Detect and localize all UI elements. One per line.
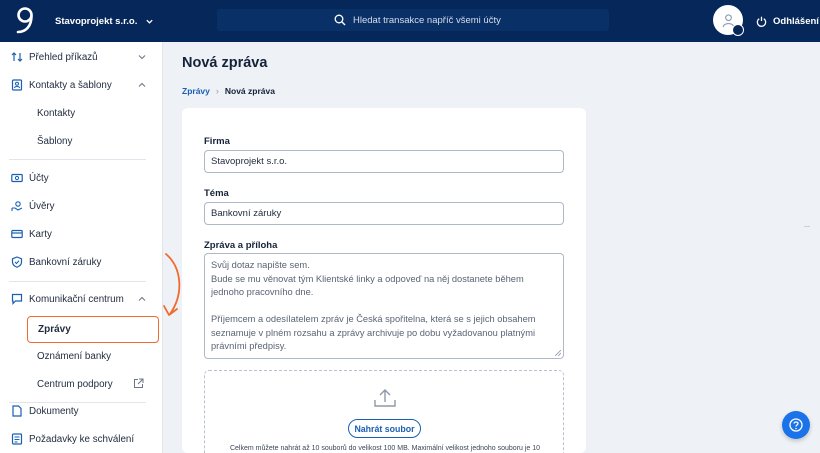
sidebar-item-oznameni-banky[interactable]: Oznámení banky [0, 342, 163, 370]
settings-badge-icon [732, 24, 744, 36]
sidebar-item-dokumenty[interactable]: Dokumenty [0, 397, 163, 425]
breadcrumb-current: Nová zpráva [224, 86, 275, 96]
sidebar-item-komunikacni-centrum[interactable]: Komunikační centrum [0, 285, 163, 313]
zprava-label: Zpráva a příloha [204, 240, 278, 251]
upload-note: Celkem můžete nahrát až 10 souborů do ve… [229, 445, 541, 452]
document-icon [12, 405, 22, 417]
message-textarea[interactable]: Svůj dotaz napište sem. Bude se mu věnov… [204, 253, 564, 359]
search-input[interactable]: Hledat transakce napříč všemi účty [217, 9, 609, 31]
sidebar-item-label: Karty [29, 228, 52, 240]
sidebar-item-kontakty[interactable]: Kontakty [0, 99, 163, 127]
company-switcher[interactable]: Stavoprojekt s.r.o. [55, 0, 154, 42]
resize-handle-icon[interactable] [555, 350, 561, 356]
page-title: Nová zpráva [182, 55, 268, 71]
sidebar-item-label: Centrum podpory [37, 378, 113, 390]
search-placeholder: Hledat transakce napříč všemi účty [353, 14, 501, 26]
chevron-down-icon [138, 55, 146, 60]
sidebar-item-prehled-prikazu[interactable]: Přehled příkazů [0, 43, 163, 71]
sidebar-item-ucty[interactable]: Účty [0, 164, 163, 192]
tema-label: Téma [204, 188, 229, 199]
message-placeholder-line: seznamuje v plném rozsahu a zprávy archi… [211, 327, 536, 338]
sidebar-item-label: Kontakty [37, 107, 76, 119]
wallet-icon [11, 173, 23, 183]
chevron-right-icon: › [215, 86, 219, 96]
sidebar-item-label: Kontakty a šablony [29, 79, 112, 91]
sidebar-item-bankovni-zaruky[interactable]: Bankovní záruky [0, 248, 163, 276]
card-icon [11, 229, 23, 239]
chevron-down-icon [146, 19, 154, 24]
sidebar-item-karty[interactable]: Karty [0, 220, 163, 248]
logout-button[interactable]: Odhlášení [756, 0, 819, 42]
sidebar-item-label: Přehled příkazů [29, 51, 98, 63]
chevron-up-icon [138, 82, 146, 87]
sidebar-item-label: Účty [29, 172, 49, 184]
message-placeholder-line: Bude se mu věnovat tým Klientské linky a… [211, 273, 524, 284]
tema-field[interactable]: Bankovní záruky [204, 202, 564, 225]
sidebar-item-label: Šablony [37, 135, 73, 147]
upload-file-button[interactable]: Nahrát soubor [348, 419, 421, 438]
chat-icon [11, 293, 23, 305]
loan-icon [11, 201, 23, 211]
divider [9, 281, 146, 282]
tema-value: Bankovní záruky [211, 208, 282, 219]
sidebar-item-uvery[interactable]: Úvěry [0, 192, 163, 220]
sidebar-item-label: Dokumenty [29, 405, 79, 417]
company-name: Stavoprojekt s.r.o. [55, 15, 138, 27]
sidebar-item-zpravy[interactable]: Zprávy [27, 316, 159, 343]
upload-icon [374, 389, 396, 407]
sidebar-item-label: Bankovní záruky [29, 256, 102, 268]
breadcrumb: Zprávy › Nová zpráva [182, 86, 275, 96]
chevron-up-icon [138, 296, 146, 301]
message-placeholder-line: Svůj dotaz napište sem. [211, 260, 310, 270]
help-button[interactable] [782, 411, 810, 439]
shield-icon [11, 256, 23, 268]
power-icon [756, 16, 767, 27]
firma-field[interactable]: Stavoprojekt s.r.o. [204, 150, 564, 173]
divider [9, 159, 146, 160]
sidebar-item-kontakty-a-sablony[interactable]: Kontakty a šablony [0, 71, 163, 99]
divider [804, 226, 810, 227]
message-form-card: Firma Stavoprojekt s.r.o. Téma Bankovní … [182, 108, 586, 453]
sidebar-item-label: Oznámení banky [37, 350, 112, 362]
logo-icon[interactable] [14, 6, 36, 36]
sidebar-item-label: Úvěry [29, 200, 55, 212]
breadcrumb-link-zpravy[interactable]: Zprávy [182, 86, 210, 96]
file-dropzone[interactable]: Nahrát soubor Celkem můžete nahrát až 10… [204, 370, 564, 453]
external-link-icon [134, 378, 144, 388]
logout-label: Odhlášení [773, 15, 819, 27]
sidebar-item-sablony[interactable]: Šablony [0, 127, 163, 155]
message-placeholder-line: Příjemcem a odesílatelem zpráv je Česká … [211, 314, 536, 324]
firma-label: Firma [204, 136, 230, 147]
message-placeholder-line: právními předpisy. [211, 341, 287, 351]
sidebar-item-label: Komunikační centrum [29, 293, 124, 305]
message-placeholder-line: jednoho pracovního dne. [211, 287, 314, 297]
top-bar: Stavoprojekt s.r.o. Hledat transakce nap… [0, 0, 820, 42]
avatar[interactable] [713, 5, 744, 36]
sidebar-item-label: Požadavky ke schválení [29, 433, 135, 445]
firma-value: Stavoprojekt s.r.o. [211, 156, 288, 167]
sidebar-item-label: Zprávy [38, 324, 71, 335]
sidebar-item-pozadavky-ke-schvaleni[interactable]: Požadavky ke schválení [0, 425, 163, 453]
checklist-icon [11, 433, 23, 445]
sidebar: Přehled příkazů Kontakty a šablony Konta… [0, 42, 163, 453]
contacts-icon [11, 79, 23, 91]
transfer-arrows-icon [11, 52, 23, 62]
question-mark-icon [789, 418, 803, 432]
search-icon [334, 14, 346, 26]
sidebar-item-centrum-podpory[interactable]: Centrum podpory [0, 370, 163, 398]
